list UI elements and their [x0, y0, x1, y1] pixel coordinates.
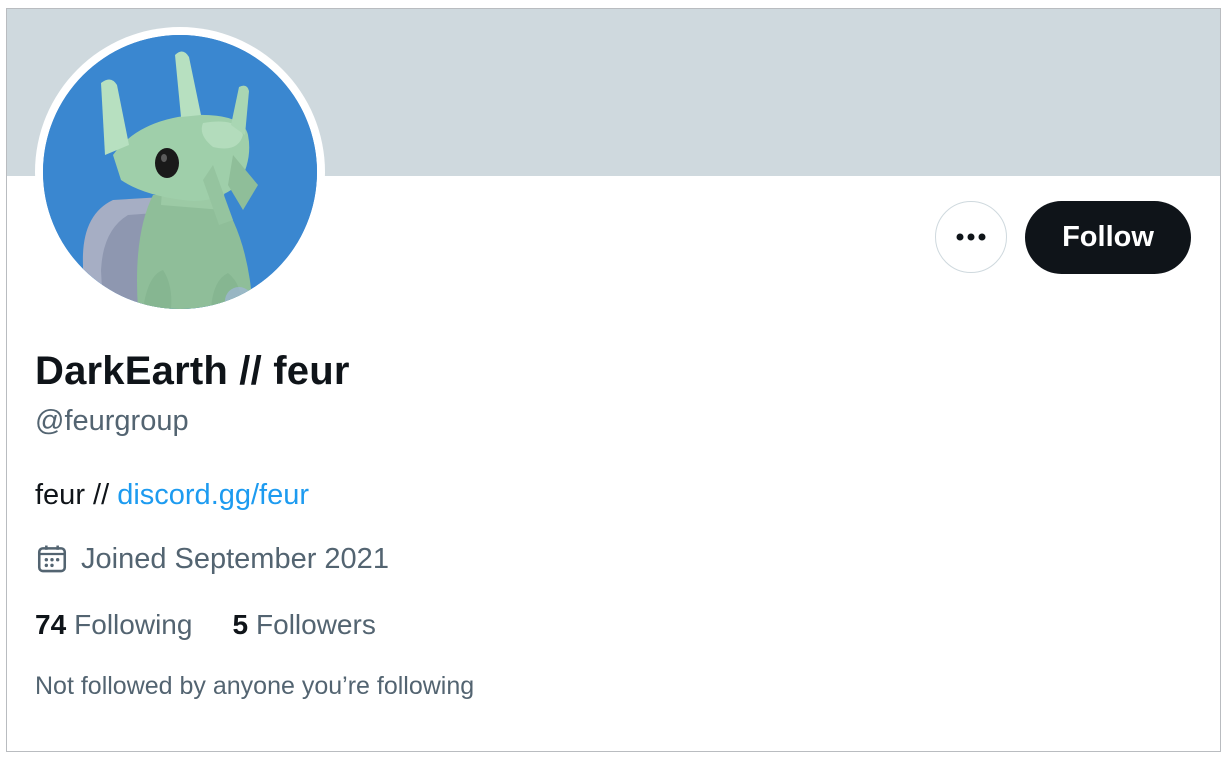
- profile-bio: feur // discord.gg/feur: [35, 479, 309, 512]
- followers-link[interactable]: 5 Followers: [232, 609, 375, 641]
- not-followed-notice: Not followed by anyone you’re following: [35, 672, 475, 700]
- following-link[interactable]: 74 Following: [35, 609, 192, 641]
- bio-link[interactable]: discord.gg/feur: [117, 479, 309, 511]
- profile-stats: 74 Following 5 Followers: [35, 609, 376, 641]
- followers-label: Followers: [256, 609, 376, 640]
- bio-text: feur //: [35, 479, 118, 511]
- following-label: Following: [74, 609, 193, 640]
- avatar-image: [43, 35, 317, 309]
- profile-card: Follow DarkEarth // feur @feurgroup feur…: [6, 8, 1221, 752]
- follow-button[interactable]: Follow: [1025, 201, 1191, 274]
- profile-handle: @feurgroup: [35, 405, 189, 437]
- more-options-button[interactable]: [935, 201, 1007, 273]
- joined-text: Joined September 2021: [81, 542, 389, 575]
- joined-date: Joined September 2021: [35, 542, 389, 576]
- more-horizontal-icon: [956, 233, 986, 241]
- followers-count: 5: [232, 609, 249, 640]
- profile-display-name: DarkEarth // feur: [35, 349, 350, 393]
- profile-avatar[interactable]: [35, 27, 325, 317]
- following-count: 74: [35, 609, 67, 640]
- calendar-icon: [37, 545, 67, 573]
